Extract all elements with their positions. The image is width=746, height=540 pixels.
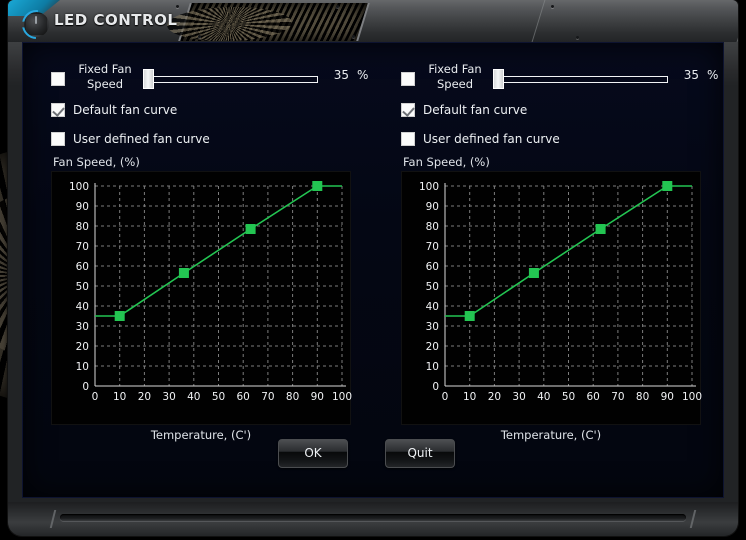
user-defined-fan-curve-checkbox-right[interactable] bbox=[401, 132, 415, 146]
svg-text:100: 100 bbox=[332, 391, 352, 403]
svg-text:50: 50 bbox=[212, 391, 225, 403]
svg-text:70: 70 bbox=[76, 241, 89, 253]
slider-handle-right[interactable] bbox=[493, 69, 504, 89]
svg-text:60: 60 bbox=[426, 261, 439, 273]
page-title: LED CONTROL bbox=[54, 11, 178, 29]
slider-track-right bbox=[499, 76, 668, 83]
fixed-fan-speed-slider-left[interactable] bbox=[143, 69, 318, 89]
default-fan-curve-label-right: Default fan curve bbox=[423, 103, 528, 117]
svg-text:70: 70 bbox=[611, 391, 624, 403]
svg-text:60: 60 bbox=[587, 391, 600, 403]
screw-6 bbox=[576, 36, 579, 39]
svg-text:100: 100 bbox=[419, 181, 439, 193]
svg-text:0: 0 bbox=[92, 391, 99, 403]
content-panel: Fixed Fan Speed 35 % Default fan curve U… bbox=[22, 42, 724, 498]
svg-text:20: 20 bbox=[426, 341, 439, 353]
chassis-bottom-bar bbox=[8, 502, 738, 536]
fixed-fan-speed-row-right: Fixed Fan Speed 35 % bbox=[401, 62, 718, 95]
screw-1 bbox=[176, 5, 179, 8]
svg-text:40: 40 bbox=[76, 301, 89, 313]
svg-text:70: 70 bbox=[261, 391, 274, 403]
svg-text:80: 80 bbox=[76, 221, 89, 233]
quit-button[interactable]: Quit bbox=[385, 439, 455, 468]
fixed-fan-speed-checkbox-right[interactable] bbox=[401, 72, 415, 86]
bottom-notch-right bbox=[689, 510, 697, 528]
svg-text:80: 80 bbox=[426, 221, 439, 233]
svg-text:0: 0 bbox=[82, 381, 89, 393]
fixed-fan-speed-checkbox-left[interactable] bbox=[51, 72, 65, 86]
screw-2 bbox=[336, 5, 339, 8]
chart-svg-right: 0 10 20 30 40 50 60 70 80 90 100 0 10 20 30 40 50 60 70 80 9… bbox=[419, 181, 702, 403]
slider-handle-left[interactable] bbox=[143, 69, 154, 89]
screw-5 bbox=[551, 5, 554, 8]
chart-y-axis-title-left: Fan Speed, (%) bbox=[53, 155, 140, 169]
svg-text:30: 30 bbox=[76, 321, 89, 333]
fixed-fan-speed-slider-right[interactable] bbox=[493, 69, 668, 89]
fan-panel-left: Fixed Fan Speed 35 % Default fan curve U… bbox=[23, 43, 373, 497]
svg-text:30: 30 bbox=[426, 321, 439, 333]
fan-curve-chart-left: Fan Speed, (%) 0 10 20 30 40 50 60 70 80 90 100 0 10… bbox=[51, 155, 352, 442]
slider-track-left bbox=[149, 76, 318, 83]
grille-decoration bbox=[178, 3, 370, 41]
svg-text:60: 60 bbox=[237, 391, 250, 403]
fixed-fan-speed-label-left: Fixed Fan Speed bbox=[78, 62, 132, 91]
svg-text:20: 20 bbox=[138, 391, 151, 403]
chart-y-axis-title-right: Fan Speed, (%) bbox=[403, 155, 490, 169]
fan-curve-chart-right: Fan Speed, (%) 0 10 20 30 40 50 60 70 80 90 100 0 10… bbox=[401, 155, 702, 442]
title-bar: LED CONTROL bbox=[8, 0, 738, 42]
dialog-buttons: OK Quit bbox=[23, 439, 723, 469]
svg-text:90: 90 bbox=[76, 201, 89, 213]
fixed-fan-speed-row-left: Fixed Fan Speed 35 % bbox=[51, 62, 368, 95]
svg-text:20: 20 bbox=[76, 341, 89, 353]
svg-text:10: 10 bbox=[463, 391, 476, 403]
svg-text:90: 90 bbox=[661, 391, 674, 403]
svg-text:0: 0 bbox=[442, 391, 449, 403]
svg-text:50: 50 bbox=[562, 391, 575, 403]
svg-text:40: 40 bbox=[426, 301, 439, 313]
bottom-notch-left bbox=[49, 510, 57, 528]
svg-text:20: 20 bbox=[488, 391, 501, 403]
svg-text:50: 50 bbox=[76, 281, 89, 293]
seam-line-2 bbox=[736, 0, 738, 42]
chart-plot-area-left[interactable]: 0 10 20 30 40 50 60 70 80 90 100 0 10 20 30 40 50 60 70 80 9… bbox=[51, 171, 352, 425]
svg-text:60: 60 bbox=[76, 261, 89, 273]
user-defined-fan-curve-checkbox-left[interactable] bbox=[51, 132, 65, 146]
percent-unit-left: % bbox=[357, 68, 369, 82]
fixed-fan-speed-value-right: 35 bbox=[683, 68, 699, 82]
svg-text:30: 30 bbox=[512, 391, 525, 403]
user-defined-fan-curve-label-left: User defined fan curve bbox=[73, 132, 210, 146]
screw-3 bbox=[198, 35, 201, 38]
svg-text:90: 90 bbox=[426, 201, 439, 213]
svg-text:100: 100 bbox=[682, 391, 702, 403]
default-fan-curve-label-left: Default fan curve bbox=[73, 103, 178, 117]
svg-text:90: 90 bbox=[311, 391, 324, 403]
default-fan-curve-checkbox-left[interactable] bbox=[51, 103, 65, 117]
default-fan-curve-checkbox-right[interactable] bbox=[401, 103, 415, 117]
svg-text:10: 10 bbox=[76, 361, 89, 373]
chart-plot-area-right[interactable]: 0 10 20 30 40 50 60 70 80 90 100 0 10 20 30 40 50 60 70 80 9… bbox=[401, 171, 702, 425]
svg-text:70: 70 bbox=[426, 241, 439, 253]
seam-line-1 bbox=[531, 0, 546, 42]
svg-text:30: 30 bbox=[162, 391, 175, 403]
svg-text:40: 40 bbox=[187, 391, 200, 403]
svg-text:0: 0 bbox=[432, 381, 439, 393]
svg-text:80: 80 bbox=[636, 391, 649, 403]
svg-text:100: 100 bbox=[69, 181, 89, 193]
ok-button[interactable]: OK bbox=[278, 439, 348, 468]
user-defined-fan-curve-label-right: User defined fan curve bbox=[423, 132, 560, 146]
fixed-fan-speed-label-right: Fixed Fan Speed bbox=[428, 62, 482, 91]
chart-svg-left: 0 10 20 30 40 50 60 70 80 90 100 0 10 20 30 40 50 60 70 80 9… bbox=[69, 181, 352, 403]
fan-panel-right: Fixed Fan Speed 35 % Default fan curve U… bbox=[373, 43, 723, 497]
svg-text:40: 40 bbox=[537, 391, 550, 403]
svg-text:10: 10 bbox=[113, 391, 126, 403]
fan-knob-icon bbox=[24, 12, 49, 37]
screw-4 bbox=[352, 35, 355, 38]
svg-text:10: 10 bbox=[426, 361, 439, 373]
fixed-fan-speed-value-left: 35 bbox=[333, 68, 349, 82]
application-window: LED CONTROL Fixed Fan Speed 35 % Default… bbox=[0, 0, 746, 540]
svg-text:80: 80 bbox=[286, 391, 299, 403]
percent-unit-right: % bbox=[707, 68, 719, 82]
svg-text:50: 50 bbox=[426, 281, 439, 293]
